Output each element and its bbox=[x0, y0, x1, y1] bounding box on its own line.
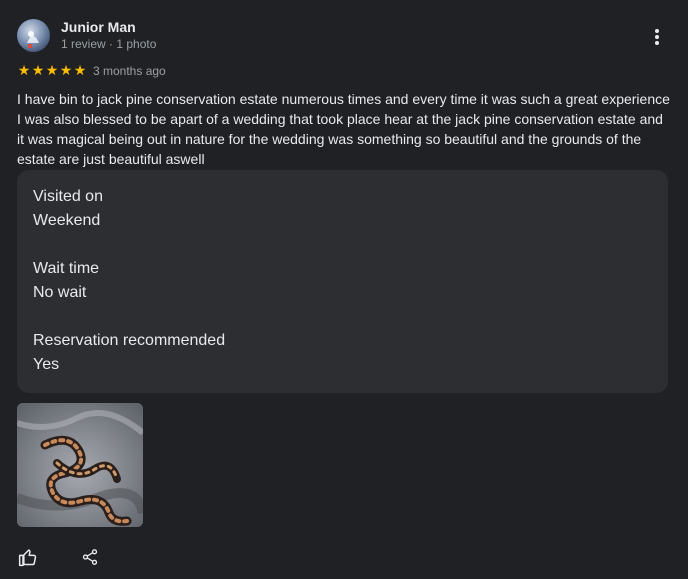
detail-label: Reservation recommended bbox=[33, 332, 226, 349]
reviewer-avatar[interactable] bbox=[17, 19, 50, 52]
detail-value: Weekend bbox=[33, 212, 101, 229]
reviewer-name[interactable]: Junior Man bbox=[61, 19, 136, 35]
star-rating: ★ ★ ★ ★ ★ bbox=[17, 63, 87, 77]
thumb-up-icon bbox=[18, 549, 37, 567]
star-icon: ★ bbox=[73, 62, 87, 78]
review-actions bbox=[17, 546, 101, 568]
like-button[interactable] bbox=[17, 546, 39, 568]
review-date: 3 months ago bbox=[93, 64, 166, 78]
detail-label: Visited on bbox=[33, 188, 103, 205]
reviewer-meta: 1 review · 1 photo bbox=[61, 37, 157, 51]
share-icon bbox=[82, 549, 98, 565]
star-icon: ★ bbox=[31, 62, 45, 78]
review-photo[interactable] bbox=[17, 403, 143, 527]
star-icon: ★ bbox=[17, 62, 31, 78]
detail-label: Wait time bbox=[33, 260, 100, 277]
more-vert-icon bbox=[655, 29, 659, 45]
visit-details-card: Visited on Weekend Wait time No wait Res… bbox=[17, 170, 668, 393]
star-icon: ★ bbox=[45, 62, 59, 78]
share-button[interactable] bbox=[79, 546, 101, 568]
detail-value: No wait bbox=[33, 284, 87, 301]
more-options-button[interactable] bbox=[645, 25, 669, 49]
review-text: I have bin to jack pine conservation est… bbox=[17, 91, 670, 167]
detail-value: Yes bbox=[33, 356, 60, 373]
star-icon: ★ bbox=[59, 62, 73, 78]
